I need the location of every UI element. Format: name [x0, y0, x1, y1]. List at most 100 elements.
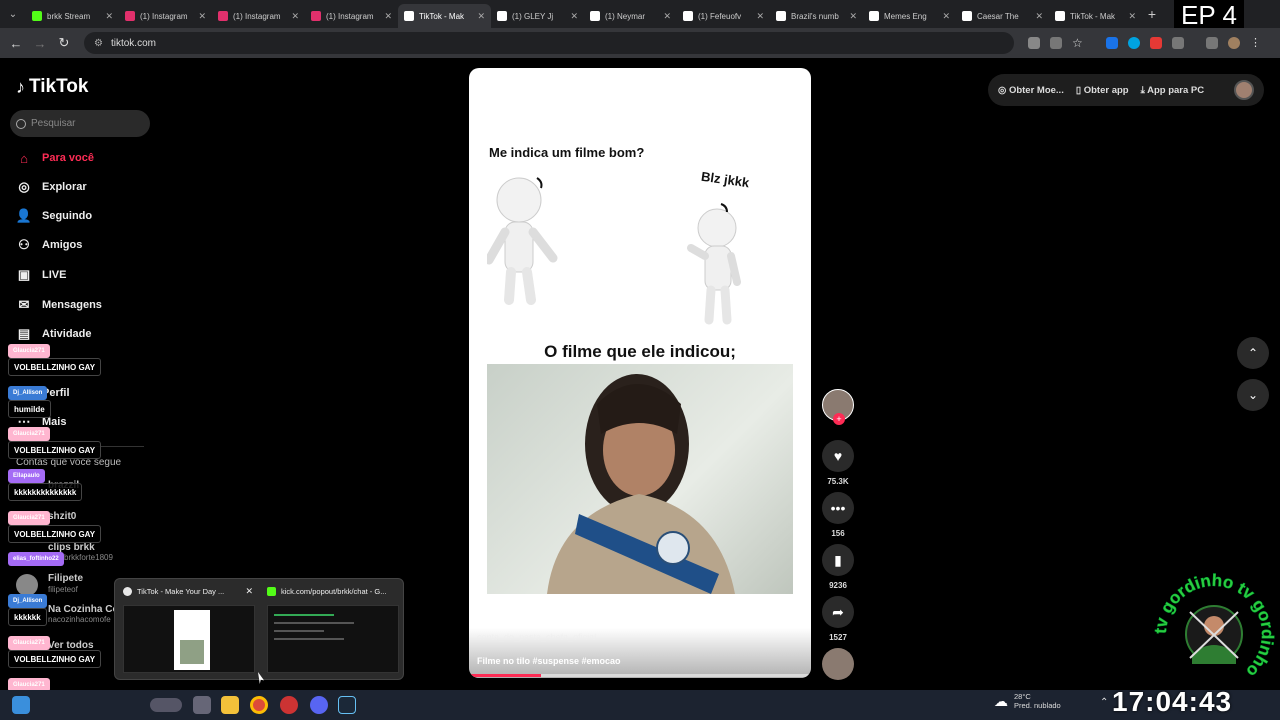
address-bar[interactable]: ⚙ tiktok.com — [84, 32, 1014, 54]
search-input[interactable]: Pesquisar — [10, 110, 150, 137]
file-explorer-icon[interactable] — [221, 696, 239, 714]
extension-icons: ☆ ⋮ — [1028, 37, 1262, 49]
video-player[interactable]: Me indica um filme bom? Blz jkkk O filme… — [469, 68, 811, 678]
tab-favicon-icon — [404, 11, 414, 21]
chat-username[interactable]: Glaucia271 — [8, 511, 50, 525]
browser-tab[interactable]: (1) Neymar ✕ — [584, 4, 677, 28]
browser-tab[interactable]: (1) Instagram ✕ — [119, 4, 212, 28]
browser-tab[interactable]: (1) Instagram ✕ — [305, 4, 398, 28]
profile-avatar-icon[interactable] — [1228, 37, 1240, 49]
tab-close-icon[interactable]: ✕ — [1035, 11, 1043, 22]
tab-close-icon[interactable]: ✕ — [198, 11, 206, 22]
tab-close-icon[interactable]: ✕ — [1128, 11, 1136, 22]
tab-close-icon[interactable]: ✕ — [384, 11, 392, 22]
tab-search-button[interactable]: ⌄ — [0, 0, 26, 28]
tab-close-icon[interactable]: ✕ — [105, 11, 113, 22]
get-coins-button[interactable]: ◎ Obter Moe... — [998, 85, 1064, 96]
chat-message: kkkkkkkkkkkkkk — [8, 483, 83, 501]
nav-for-you[interactable]: ⌂ Para você — [16, 148, 94, 168]
chrome-taskbar-icon[interactable] — [250, 696, 268, 714]
account-avatar[interactable] — [16, 574, 38, 596]
reading-list-icon[interactable] — [1206, 37, 1218, 49]
cast-icon[interactable] — [1050, 37, 1062, 49]
new-tab-button[interactable]: + — [1142, 6, 1162, 22]
extension-red-icon[interactable] — [1150, 37, 1162, 49]
reload-icon[interactable]: ↻ — [52, 35, 76, 51]
chat-username[interactable]: Glaucia271 — [8, 636, 50, 650]
movie-still-image — [487, 364, 793, 594]
window-preview-kick-chat[interactable]: kick.com/popout/brkk/chat - G... — [263, 583, 401, 677]
window-preview-tiktok[interactable]: TikTok - Make Your Day ... ✕ — [119, 583, 257, 677]
back-icon[interactable]: ← — [4, 36, 28, 51]
tab-close-icon[interactable]: ✕ — [570, 11, 578, 22]
extension-teal-icon[interactable] — [1128, 37, 1140, 49]
tab-close-icon[interactable]: ✕ — [477, 11, 485, 22]
nav-label: Amigos — [42, 239, 83, 251]
browser-tab[interactable]: (1) GLEY Jj ✕ — [491, 4, 584, 28]
share-button[interactable]: ➦ 1527 — [822, 596, 854, 642]
weather-widget[interactable]: ☁ 28°C Pred. nublado — [994, 692, 1061, 710]
browser-tab[interactable]: (1) Fefeuofv ✕ — [677, 4, 770, 28]
tab-close-icon[interactable]: ✕ — [942, 11, 950, 22]
bookmark-star-icon[interactable]: ☆ — [1072, 37, 1084, 49]
chat-username[interactable]: elias_foftinho22 — [8, 552, 64, 566]
comment-button[interactable]: ••• 156 — [822, 492, 854, 538]
tab-close-icon[interactable]: ✕ — [756, 11, 764, 22]
browser-tab[interactable]: Memes Eng ✕ — [863, 4, 956, 28]
sound-avatar[interactable] — [822, 648, 854, 680]
chat-username[interactable]: Ellapaulo — [8, 469, 45, 483]
browser-tab[interactable]: (1) Instagram ✕ — [212, 4, 305, 28]
chat-username[interactable]: Glaucia271 — [8, 344, 50, 358]
start-icon[interactable] — [12, 696, 30, 714]
creator-avatar[interactable]: + — [822, 389, 854, 425]
steam-icon[interactable] — [338, 696, 356, 714]
nav-label: Para você — [42, 152, 94, 164]
chat-username[interactable]: Dj_Allison — [8, 594, 48, 608]
next-video-button[interactable]: ⌄ — [1237, 379, 1269, 411]
search-placeholder: Pesquisar — [31, 118, 76, 129]
nav-live[interactable]: ▣ LIVE — [16, 265, 67, 285]
tab-close-icon[interactable]: ✕ — [291, 11, 299, 22]
browser-tab[interactable]: Brazil's numb ✕ — [770, 4, 863, 28]
follow-plus-icon[interactable]: + — [833, 413, 845, 425]
browser-tab[interactable]: TikTok - Mak ✕ — [1049, 4, 1142, 28]
tab-close-icon[interactable]: ✕ — [663, 11, 671, 22]
site-settings-icon[interactable]: ⚙ — [94, 38, 103, 49]
nav-messages[interactable]: ✉ Mensagens — [16, 295, 102, 315]
account-name[interactable]: shzit0 — [48, 511, 76, 522]
forward-icon[interactable]: → — [28, 36, 52, 51]
pc-app-button[interactable]: ⤓ App para PC — [1141, 85, 1205, 96]
get-app-button[interactable]: ▯ Obter app — [1076, 85, 1129, 96]
tiktok-logo[interactable]: ♪ TikTok — [16, 76, 88, 98]
video-author[interactable]: conta_do_pasta_chefa_oficial — [477, 632, 596, 642]
browser-tab[interactable]: Caesar The ✕ — [956, 4, 1049, 28]
tray-chevron-icon[interactable]: ⌃ — [1100, 697, 1108, 708]
nav-following[interactable]: 👤 Seguindo — [16, 206, 92, 226]
browser-tab-bar: ⌄ brkk Stream ✕ (1) Instagram ✕ (1) Instagra… — [0, 0, 1280, 28]
kebab-menu-icon[interactable]: ⋮ — [1250, 37, 1262, 49]
user-avatar[interactable] — [1234, 80, 1254, 100]
nav-activity[interactable]: ▤ Atividade — [16, 324, 92, 344]
close-icon[interactable]: ✕ — [245, 586, 253, 597]
browser-tab[interactable]: brkk Stream ✕ — [26, 4, 119, 28]
prev-video-button[interactable]: ⌃ — [1237, 337, 1269, 369]
chat-username[interactable]: Dj_Allison — [8, 386, 48, 400]
video-caption[interactable]: Filme no tilo #suspense #emocao — [477, 656, 621, 666]
app-taskbar-icon[interactable] — [280, 696, 298, 714]
browser-tab[interactable]: TikTok - Mak ✕ — [398, 4, 491, 28]
extension-blue-icon[interactable] — [1106, 37, 1118, 49]
puzzle-icon[interactable] — [1172, 37, 1184, 49]
nav-friends[interactable]: ⚇ Amigos — [16, 235, 82, 255]
search-bar-icon[interactable] — [150, 698, 182, 712]
like-button[interactable]: ♥ 75.3K — [822, 440, 854, 486]
tab-close-icon[interactable]: ✕ — [849, 11, 857, 22]
account-name[interactable]: Filipete — [48, 573, 83, 584]
translate-icon[interactable] — [1028, 37, 1040, 49]
tab-title: brkk Stream — [47, 11, 91, 21]
video-progress-bar[interactable] — [469, 674, 811, 677]
discord-icon[interactable] — [310, 696, 328, 714]
task-view-icon[interactable] — [193, 696, 211, 714]
save-button[interactable]: ▮ 9236 — [822, 544, 854, 590]
chat-username[interactable]: Glaucia271 — [8, 427, 50, 441]
nav-explore[interactable]: ◎ Explorar — [16, 177, 86, 197]
